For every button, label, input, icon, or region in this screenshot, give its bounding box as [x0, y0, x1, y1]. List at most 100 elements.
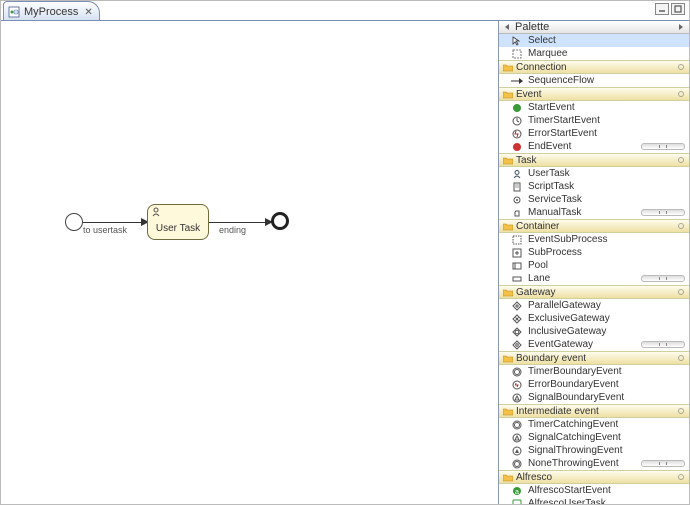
palette-item-pool[interactable]: Pool — [499, 259, 689, 272]
drawer-intermediate: Intermediate event TimerCatchingEvent Si… — [499, 404, 689, 470]
palette-title: Palette — [515, 21, 673, 33]
marquee-icon — [511, 48, 523, 60]
drawer-header-event[interactable]: Event — [499, 87, 689, 101]
start-event-node[interactable] — [65, 213, 83, 231]
palette-tool-marquee[interactable]: Marquee — [499, 47, 689, 60]
palette-item-signalboundary[interactable]: SignalBoundaryEvent — [499, 391, 689, 404]
editor-tab-myprocess[interactable]: MyProcess ✕ — [3, 1, 100, 20]
palette-item-label: ManualTask — [528, 207, 581, 218]
palette-item-label: EventSubProcess — [528, 234, 608, 245]
end-event-node[interactable] — [271, 212, 289, 230]
triangle-throw-icon — [511, 445, 523, 457]
folder-icon — [503, 90, 513, 99]
palette-item-label: Lane — [528, 273, 550, 284]
pin-icon[interactable] — [677, 354, 685, 362]
process-file-icon — [8, 6, 20, 18]
folder-icon — [503, 354, 513, 363]
close-icon[interactable]: ✕ — [84, 7, 92, 18]
drawer-alfresco: Alfresco aAlfrescoStartEvent AlfrescoUse… — [499, 470, 689, 504]
palette-item-label: SignalCatchingEvent — [528, 432, 621, 443]
pin-icon[interactable] — [677, 288, 685, 296]
palette-item-label: UserTask — [528, 168, 570, 179]
drawer-header-connection[interactable]: Connection — [499, 60, 689, 74]
sequence-flow-2[interactable] — [209, 222, 267, 223]
mini-scrollbar[interactable] — [641, 209, 685, 216]
pin-icon[interactable] — [677, 90, 685, 98]
palette-item-alfrescousertask[interactable]: AlfrescoUserTask — [499, 497, 689, 504]
lane-icon — [511, 273, 523, 285]
folder-icon — [503, 288, 513, 297]
pin-icon[interactable] — [677, 222, 685, 230]
alfresco-icon: a — [511, 485, 523, 497]
palette-item-errorstartevent[interactable]: ErrorStartEvent — [499, 127, 689, 140]
mini-scrollbar[interactable] — [641, 275, 685, 282]
folder-icon — [503, 222, 513, 231]
palette-header[interactable]: Palette — [499, 21, 689, 34]
folder-icon — [503, 156, 513, 165]
palette-tool-select[interactable]: Select — [499, 34, 689, 47]
minimize-button[interactable] — [655, 3, 669, 15]
palette-item-scripttask[interactable]: ScriptTask — [499, 180, 689, 193]
palette-item-label: SignalBoundaryEvent — [528, 392, 624, 403]
drawer-label: Alfresco — [516, 472, 677, 483]
palette-item-subprocess[interactable]: SubProcess — [499, 246, 689, 259]
sequence-flow-1[interactable] — [83, 222, 143, 223]
palette-item-startevent[interactable]: StartEvent — [499, 101, 689, 114]
palette-item-label: TimerBoundaryEvent — [528, 366, 622, 377]
palette-item-label: NoneThrowingEvent — [528, 458, 619, 469]
diamond-pentagon-icon — [511, 339, 523, 351]
palette-item-parallelgateway[interactable]: ParallelGateway — [499, 299, 689, 312]
user-icon — [511, 168, 523, 180]
palette-item-servicetask[interactable]: ServiceTask — [499, 193, 689, 206]
dashed-box-icon — [511, 234, 523, 246]
pin-icon[interactable] — [677, 63, 685, 71]
palette-item-timercatching[interactable]: TimerCatchingEvent — [499, 418, 689, 431]
drawer-header-task[interactable]: Task — [499, 153, 689, 167]
palette-item-endevent[interactable]: EndEvent — [499, 140, 689, 153]
diagram-canvas[interactable]: to usertask User Task ending — [1, 21, 499, 504]
palette-item-eventsubprocess[interactable]: EventSubProcess — [499, 233, 689, 246]
maximize-button[interactable] — [671, 3, 685, 15]
palette-item-usertask[interactable]: UserTask — [499, 167, 689, 180]
palette-item-timerboundary[interactable]: TimerBoundaryEvent — [499, 365, 689, 378]
mini-scrollbar[interactable] — [641, 143, 685, 150]
palette-panel: Palette Select Marquee Connection — [499, 21, 689, 504]
mini-scrollbar[interactable] — [641, 460, 685, 467]
palette-item-alfrescostart[interactable]: aAlfrescoStartEvent — [499, 484, 689, 497]
palette-item-inclusivegateway[interactable]: InclusiveGateway — [499, 325, 689, 338]
palette-item-label: ScriptTask — [528, 181, 574, 192]
drawer-label: Boundary event — [516, 353, 677, 364]
palette-item-signalthrowing[interactable]: SignalThrowingEvent — [499, 444, 689, 457]
drawer-header-container[interactable]: Container — [499, 219, 689, 233]
circle-double-icon — [511, 458, 523, 470]
palette-item-timerstartevent[interactable]: TimerStartEvent — [499, 114, 689, 127]
pin-icon[interactable] — [677, 407, 685, 415]
palette-item-exclusivegateway[interactable]: ExclusiveGateway — [499, 312, 689, 325]
palette-item-label: ErrorBoundaryEvent — [528, 379, 619, 390]
mini-scrollbar[interactable] — [641, 341, 685, 348]
drawer-header-alfresco[interactable]: Alfresco — [499, 470, 689, 484]
palette-expand-icon — [677, 23, 685, 31]
palette-item-signalcatching[interactable]: SignalCatchingEvent — [499, 431, 689, 444]
triangle-double-icon — [511, 392, 523, 404]
user-task-node[interactable]: User Task — [147, 204, 209, 240]
drawer-header-boundary[interactable]: Boundary event — [499, 351, 689, 365]
palette-item-errorboundary[interactable]: ErrorBoundaryEvent — [499, 378, 689, 391]
clock-icon — [511, 115, 523, 127]
palette-item-label: SignalThrowingEvent — [528, 445, 623, 456]
pin-icon[interactable] — [677, 156, 685, 164]
pin-icon[interactable] — [677, 473, 685, 481]
palette-item-label: Pool — [528, 260, 548, 271]
drawer-label: Container — [516, 221, 677, 232]
palette-item-sequenceflow[interactable]: SequenceFlow — [499, 74, 689, 87]
pool-icon — [511, 260, 523, 272]
palette-item-nonethrowing[interactable]: NoneThrowingEvent — [499, 457, 689, 470]
drawer-header-intermediate[interactable]: Intermediate event — [499, 404, 689, 418]
drawer-gateway: Gateway ParallelGateway ExclusiveGateway… — [499, 285, 689, 351]
palette-item-lane[interactable]: Lane — [499, 272, 689, 285]
palette-item-manualtask[interactable]: ManualTask — [499, 206, 689, 219]
drawer-task: Task UserTask ScriptTask ServiceTask Man… — [499, 153, 689, 219]
drawer-label: Gateway — [516, 287, 677, 298]
palette-item-eventgateway[interactable]: EventGateway — [499, 338, 689, 351]
drawer-header-gateway[interactable]: Gateway — [499, 285, 689, 299]
